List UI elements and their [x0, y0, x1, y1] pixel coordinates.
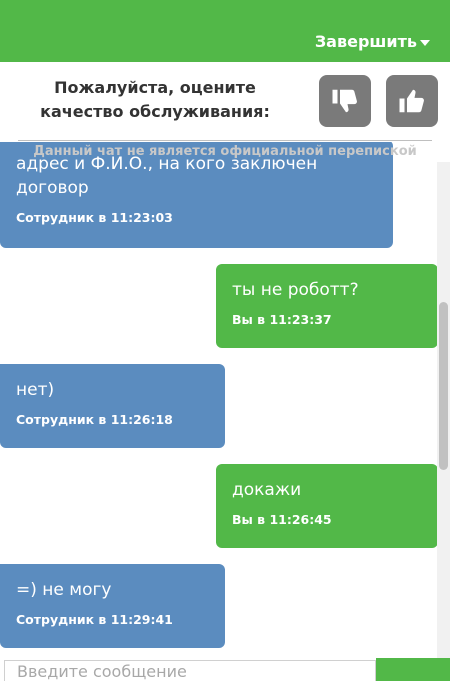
end-chat-label: Завершить: [314, 32, 417, 51]
operator-message: =) не могу Сотрудник в 11:29:41: [0, 564, 225, 648]
message-meta: Вы в 11:26:45: [232, 512, 332, 527]
thumbs-up-icon: [399, 89, 424, 113]
rating-panel: Пожалуйста, оцените качество обслуживани…: [0, 62, 450, 142]
thumbs-down-icon: [332, 89, 357, 113]
rating-prompt: Пожалуйста, оцените качество обслуживани…: [40, 78, 270, 121]
message-text: адрес и Ф.И.О., на кого заключен договор: [16, 154, 318, 198]
message-meta: Сотрудник в 11:26:18: [16, 412, 173, 427]
like-button[interactable]: [386, 75, 438, 127]
message-input[interactable]: [4, 660, 376, 681]
scrollbar-thumb[interactable]: [439, 302, 448, 470]
chat-header: Завершить: [0, 0, 450, 62]
message-text: =) не могу: [16, 580, 112, 600]
send-button[interactable]: [376, 658, 450, 681]
message-text: нет): [16, 380, 55, 400]
chevron-down-icon: [420, 39, 430, 46]
message-list[interactable]: Данный чат не является официальной переп…: [0, 142, 450, 658]
operator-message: нет) Сотрудник в 11:26:18: [0, 364, 225, 448]
message-meta: Вы в 11:23:37: [232, 312, 332, 327]
dislike-button[interactable]: [319, 75, 371, 127]
end-chat-button[interactable]: Завершить: [315, 32, 430, 51]
message-meta: Сотрудник в 11:23:03: [16, 210, 173, 225]
divider: [18, 140, 432, 141]
chat-notice: Данный чат не является официальной переп…: [33, 144, 417, 159]
message-text: докажи: [232, 480, 302, 500]
message-meta: Сотрудник в 11:29:41: [16, 612, 173, 627]
message-text: ты не роботт?: [232, 280, 359, 300]
composer: [0, 658, 450, 681]
user-message: ты не роботт? Вы в 11:23:37: [216, 264, 438, 348]
user-message: докажи Вы в 11:26:45: [216, 464, 438, 548]
